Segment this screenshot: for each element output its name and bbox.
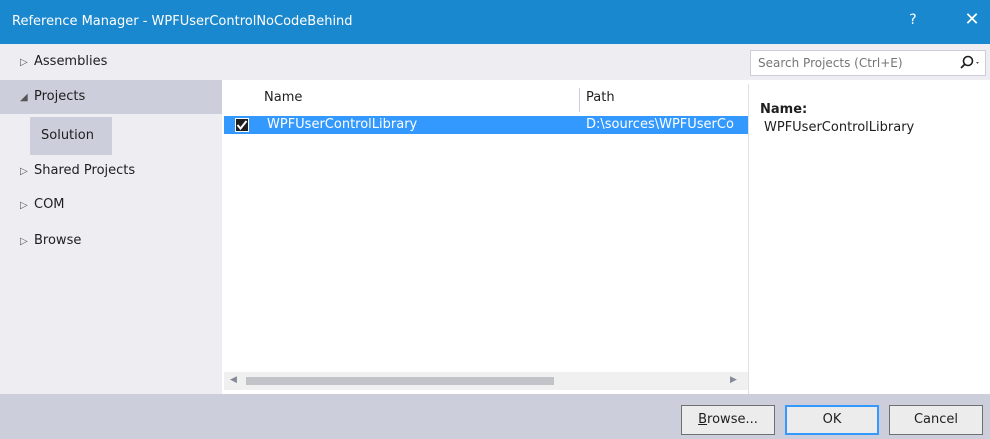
ok-button[interactable]: OK bbox=[785, 405, 879, 435]
sidebar-item-solution[interactable]: Solution bbox=[30, 117, 112, 155]
sidebar-item-label: Browse bbox=[34, 233, 82, 248]
search-input[interactable] bbox=[751, 51, 951, 75]
sidebar-item-com[interactable]: ▷ COM bbox=[0, 188, 222, 222]
search-icon[interactable] bbox=[958, 54, 982, 72]
search-box bbox=[750, 50, 986, 76]
close-button[interactable]: ✕ bbox=[962, 9, 982, 30]
details-pane: Name: WPFUserControlLibrary bbox=[748, 84, 990, 394]
browse-label: rowse... bbox=[707, 412, 758, 427]
sidebar-item-label: Shared Projects bbox=[34, 163, 136, 178]
table-row[interactable]: WPFUserControlLibrary D:\sources\WPFUser… bbox=[224, 116, 748, 134]
project-path: D:\sources\WPFUserCo bbox=[586, 117, 734, 132]
window-title: Reference Manager - WPFUserControlNoCode… bbox=[12, 14, 353, 29]
project-name: WPFUserControlLibrary bbox=[267, 117, 418, 132]
column-header-name[interactable]: Name bbox=[264, 90, 302, 105]
help-button[interactable]: ? bbox=[905, 12, 921, 28]
project-list: Name Path WPFUserControlLibrary D:\sourc… bbox=[224, 84, 748, 394]
horizontal-scrollbar[interactable]: ◀ ▶ bbox=[224, 372, 748, 390]
sidebar-item-assemblies[interactable]: ▷ Assemblies bbox=[0, 45, 222, 79]
details-name-value: WPFUserControlLibrary bbox=[764, 120, 915, 135]
sidebar-item-label: Assemblies bbox=[34, 54, 108, 69]
cancel-button[interactable]: Cancel bbox=[889, 405, 983, 435]
expand-arrow-icon: ▷ bbox=[20, 236, 28, 247]
browse-button[interactable]: Browse... bbox=[681, 405, 775, 435]
expand-arrow-icon: ▷ bbox=[20, 200, 28, 211]
browse-hotkey: B bbox=[698, 412, 708, 427]
scroll-right-icon[interactable]: ▶ bbox=[730, 375, 737, 385]
checkbox[interactable] bbox=[235, 118, 249, 132]
sidebar-item-projects[interactable]: ◢ Projects bbox=[0, 80, 222, 114]
details-name-label: Name: bbox=[760, 102, 808, 117]
scrollbar-thumb[interactable] bbox=[246, 377, 554, 385]
title-bar: Reference Manager - WPFUserControlNoCode… bbox=[0, 0, 990, 44]
collapse-arrow-icon: ◢ bbox=[20, 92, 28, 103]
sidebar-item-shared-projects[interactable]: ▷ Shared Projects bbox=[0, 154, 222, 188]
expand-arrow-icon: ▷ bbox=[20, 57, 28, 68]
sidebar-item-label: COM bbox=[34, 197, 65, 212]
expand-arrow-icon: ▷ bbox=[20, 166, 28, 177]
column-separator[interactable] bbox=[579, 88, 580, 112]
sidebar-item-label: Projects bbox=[34, 89, 86, 104]
scroll-left-icon[interactable]: ◀ bbox=[230, 375, 237, 385]
sidebar-item-browse[interactable]: ▷ Browse bbox=[0, 224, 222, 258]
column-header-path[interactable]: Path bbox=[586, 90, 615, 105]
